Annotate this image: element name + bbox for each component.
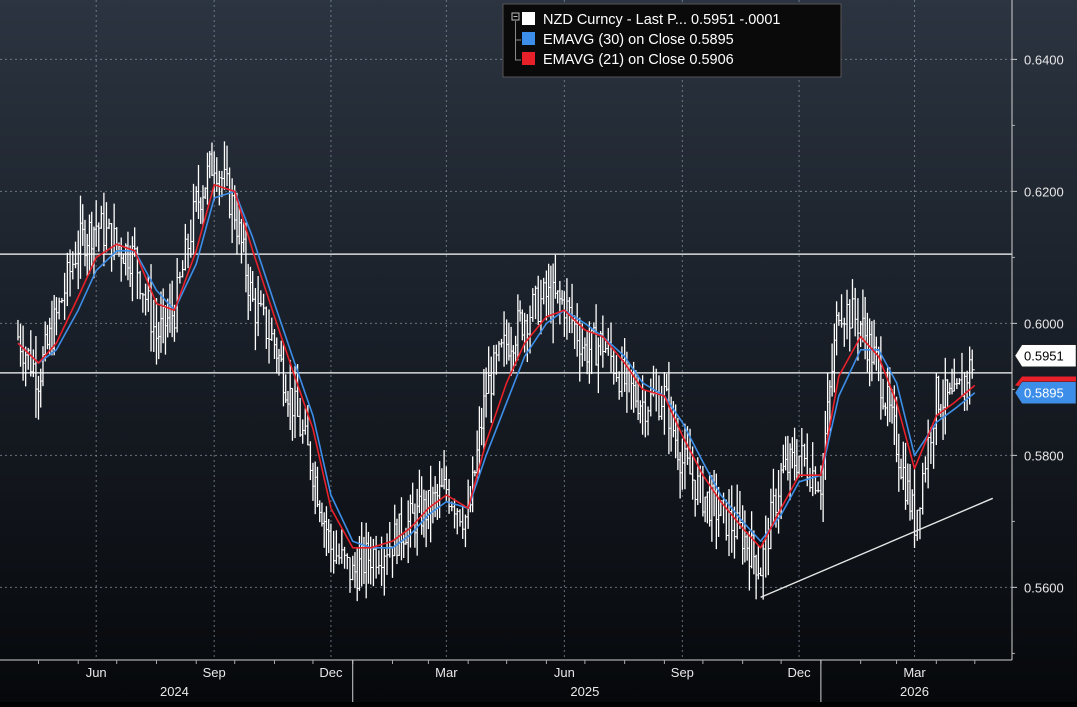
x-month-label: Sep: [203, 665, 226, 680]
x-month-label: Mar: [435, 665, 458, 680]
ema30-price-tag-label: 0.5895: [1024, 386, 1064, 401]
y-tick-label: 0.6400: [1024, 52, 1064, 67]
legend-swatch: [522, 52, 535, 65]
x-month-label: Sep: [671, 665, 694, 680]
support-trendline: [760, 497, 994, 598]
x-month-label: Dec: [319, 665, 343, 680]
x-year-label: 2025: [570, 684, 599, 699]
y-tick-label: 0.5600: [1024, 580, 1064, 595]
x-month-label: Mar: [903, 665, 926, 680]
x-year-label: 2024: [160, 684, 189, 699]
x-month-label: Dec: [788, 665, 812, 680]
last-price-tag-label: 0.5951: [1024, 349, 1064, 364]
price-chart: 0.5600 0.5800 0.6000 0.6200 0.6400 Jun Sep Dec M…: [0, 0, 1077, 702]
legend-entry: EMAVG (21) on Close 0.5906: [543, 52, 734, 68]
y-tick-label: 0.6200: [1024, 184, 1064, 199]
legend-swatch: [522, 12, 535, 25]
legend-entry: EMAVG (30) on Close 0.5895: [543, 32, 734, 48]
x-month-label: Jun: [86, 665, 107, 680]
y-tick-label: 0.6000: [1024, 316, 1064, 331]
legend-entry: NZD Curncy - Last P... 0.5951 -.0001: [543, 12, 781, 28]
y-tick-label: 0.5800: [1024, 448, 1064, 463]
x-month-label: Jun: [554, 665, 575, 680]
x-year-label: 2026: [900, 684, 929, 699]
chart-area: 0.5600 0.5800 0.6000 0.6200 0.6400 Jun Sep Dec M…: [0, 0, 1077, 702]
legend-swatch: [522, 32, 535, 45]
